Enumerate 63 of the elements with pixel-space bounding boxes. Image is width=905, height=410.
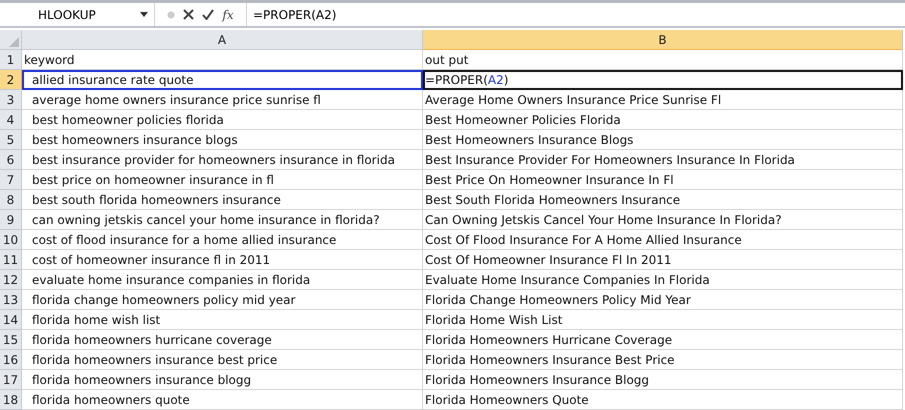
table-cell: Best Homeowner Policies Florida xyxy=(423,110,903,130)
table-cell: best homeowner policies florida xyxy=(22,110,423,130)
table-cell: Evaluate Home Insurance Companies In Florida xyxy=(423,270,903,290)
table-cell: allied insurance rate quote xyxy=(22,70,423,90)
row-header[interactable]: 14 xyxy=(0,310,22,330)
table-cell: florida homeowners insurance best price xyxy=(22,350,423,370)
table-cell: keyword xyxy=(22,50,423,70)
table-cell: Florida Homeowners Insurance Blogg xyxy=(423,370,903,390)
row-header[interactable]: 1 xyxy=(0,50,22,70)
row-header[interactable]: 11 xyxy=(0,250,22,270)
caret-icon xyxy=(140,12,148,17)
table-cell: Best Homeowners Insurance Blogs xyxy=(423,130,903,150)
grip-icon xyxy=(167,10,175,18)
check-icon[interactable] xyxy=(201,8,215,22)
triangle-icon xyxy=(9,37,19,47)
row-header[interactable]: 12 xyxy=(0,270,22,290)
table-cell: Florida Homeowners Quote xyxy=(423,390,903,410)
row-header[interactable]: 5 xyxy=(0,130,22,150)
row-header[interactable]: 8 xyxy=(0,190,22,210)
column-header[interactable]: B xyxy=(423,30,903,50)
row-header[interactable]: 4 xyxy=(0,110,22,130)
insert-function-button[interactable]: fx xyxy=(221,8,235,22)
table-cell: Florida Home Wish List xyxy=(423,310,903,330)
row-header[interactable]: 17 xyxy=(0,370,22,390)
row-header[interactable]: 13 xyxy=(0,290,22,310)
table-cell: Best Price On Homeowner Insurance In Fl xyxy=(423,170,903,190)
name-box[interactable]: HLOOKUP xyxy=(0,3,155,26)
row-header[interactable]: 2 xyxy=(0,70,22,90)
table-cell: florida homeowners hurricane coverage xyxy=(22,330,423,350)
table-cell: evaluate home insurance companies in florida xyxy=(22,270,423,290)
table-cell: florida home wish list xyxy=(22,310,423,330)
table-cell: florida homeowners quote xyxy=(22,390,423,410)
table-cell: cost of flood insurance for a home allied insurance xyxy=(22,230,423,250)
table-cell: Can Owning Jetskis Cancel Your Home Insurance In Florida? xyxy=(423,210,903,230)
column-header[interactable]: A xyxy=(22,30,423,50)
row-header[interactable]: 6 xyxy=(0,150,22,170)
table-cell: cost of homeowner insurance fl in 2011 xyxy=(22,250,423,270)
table-cell: Florida Homeowners Insurance Best Price xyxy=(423,350,903,370)
table-cell: Florida Change Homeowners Policy Mid Year xyxy=(423,290,903,310)
row-header[interactable]: 15 xyxy=(0,330,22,350)
table-cell: florida change homeowners policy mid year xyxy=(22,290,423,310)
table-cell: best insurance provider for homeowners insurance in florida xyxy=(22,150,423,170)
cancel-icon[interactable] xyxy=(181,8,195,22)
table-cell: best homeowners insurance blogs xyxy=(22,130,423,150)
table-cell: best price on homeowner insurance in fl xyxy=(22,170,423,190)
table-cell: Florida Homeowners Hurricane Coverage xyxy=(423,330,903,350)
table-cell: average home owners insurance price sunrise fl xyxy=(22,90,423,110)
row-header[interactable]: 10 xyxy=(0,230,22,250)
table-cell: out put xyxy=(423,50,903,70)
table-cell: Average Home Owners Insurance Price Sunrise Fl xyxy=(423,90,903,110)
row-header[interactable]: 9 xyxy=(0,210,22,230)
row-header[interactable]: 18 xyxy=(0,390,22,410)
table-cell: Best Insurance Provider For Homeowners Insurance In Florida xyxy=(423,150,903,170)
row-header[interactable]: 7 xyxy=(0,170,22,190)
row-header[interactable]: 3 xyxy=(0,90,22,110)
table-cell: florida homeowners insurance blogg xyxy=(22,370,423,390)
table-cell: best south florida homeowners insurance xyxy=(22,190,423,210)
row-header[interactable]: 16 xyxy=(0,350,22,370)
table-cell: Cost Of Homeowner Insurance Fl In 2011 xyxy=(423,250,903,270)
table-cell: Cost Of Flood Insurance For A Home Allied Insurance xyxy=(423,230,903,250)
active-cell[interactable]: =PROPER(A2) xyxy=(423,70,903,90)
table-cell: can owning jetskis cancel your home insurance in florida? xyxy=(22,210,423,230)
table-cell: Best South Florida Homeowners Insurance xyxy=(423,190,903,210)
